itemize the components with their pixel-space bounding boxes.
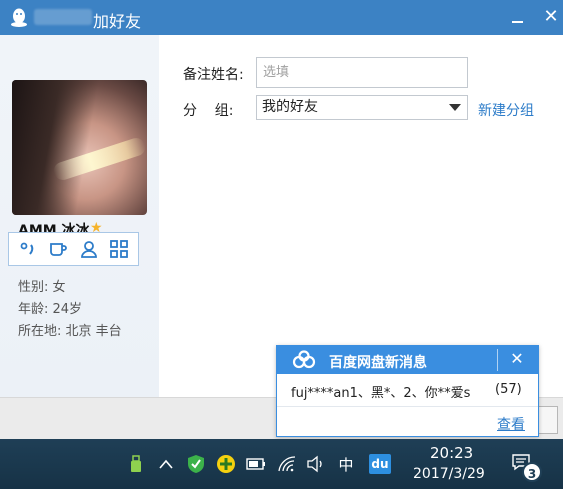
close-button[interactable]: ✕ bbox=[540, 4, 562, 30]
popup-view-link[interactable]: 查看 bbox=[497, 414, 525, 434]
baidu-cloud-icon bbox=[292, 350, 316, 369]
popup-close-button[interactable]: ✕ bbox=[503, 347, 531, 371]
gender-text: 性别: 女 bbox=[18, 280, 66, 295]
age-text: 年龄: 24岁 bbox=[18, 302, 83, 317]
chevron-up-icon[interactable] bbox=[155, 453, 177, 475]
wifi-icon[interactable] bbox=[276, 453, 298, 475]
location-text: 所在地: 北京 丰台 bbox=[18, 324, 122, 339]
avatar bbox=[12, 80, 147, 215]
group-label: 分 组: bbox=[183, 103, 234, 119]
blurred-title-prefix bbox=[34, 9, 92, 25]
volume-icon[interactable] bbox=[305, 453, 327, 475]
title-bar: 加好友 ✕ bbox=[0, 0, 563, 35]
clock-date[interactable]: 2017/3/29 bbox=[413, 466, 485, 482]
profile-panel: AMM 冰冰 ★ 性别: 女 年龄: 24岁 所在地: 北京 丰台 bbox=[0, 35, 159, 397]
baidu-notification-popup: 百度网盘新消息 ✕ fuj****an1、黑*、2、你**爱s (57) 查看 bbox=[276, 345, 539, 437]
profile-action-bar bbox=[8, 232, 139, 266]
popup-message-count: (57) bbox=[495, 382, 522, 397]
popup-message: fuj****an1、黑*、2、你**爱s bbox=[291, 386, 471, 401]
notification-count-badge: 3 bbox=[522, 462, 542, 482]
security-shield-icon[interactable] bbox=[185, 453, 207, 475]
battery-icon[interactable] bbox=[245, 453, 267, 475]
ime-indicator[interactable]: 中 bbox=[335, 453, 357, 475]
remark-label: 备注姓名: bbox=[183, 67, 244, 83]
qq-penguin-icon bbox=[11, 8, 27, 27]
clock-time[interactable]: 20:23 bbox=[430, 444, 473, 462]
taskbar: 中 du 20:23 2017/3/29 3 bbox=[0, 439, 563, 489]
popup-title: 百度网盘新消息 bbox=[329, 355, 427, 371]
remark-name-input[interactable] bbox=[256, 57, 468, 88]
comma-icon[interactable] bbox=[16, 237, 40, 261]
user-icon[interactable] bbox=[77, 237, 101, 261]
cup-icon[interactable] bbox=[46, 237, 70, 261]
grid-icon[interactable] bbox=[107, 237, 131, 261]
group-select[interactable]: 我的好友 bbox=[256, 95, 468, 120]
plus-app-icon[interactable] bbox=[215, 453, 237, 475]
usb-device-icon[interactable] bbox=[125, 453, 147, 475]
minimize-button[interactable] bbox=[505, 4, 529, 30]
new-group-link[interactable]: 新建分组 bbox=[478, 100, 534, 120]
group-select-value: 我的好友 bbox=[262, 99, 318, 115]
baidu-du-icon[interactable]: du bbox=[369, 454, 391, 474]
dropdown-arrow-icon bbox=[449, 104, 461, 111]
popup-header: 百度网盘新消息 ✕ bbox=[277, 346, 538, 374]
window-title: 加好友 bbox=[93, 12, 142, 31]
